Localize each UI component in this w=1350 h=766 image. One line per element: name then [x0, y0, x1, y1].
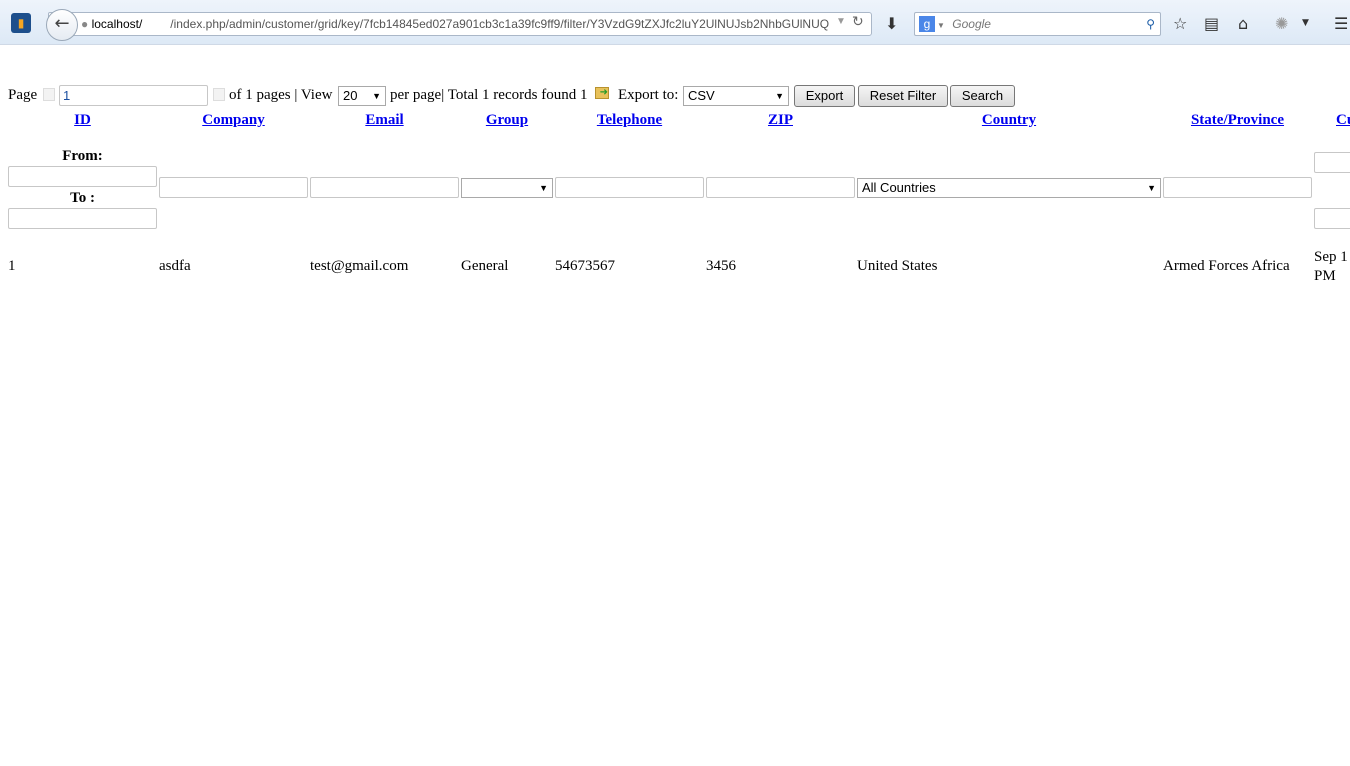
back-button[interactable]: ← [46, 9, 78, 41]
menu-dropdown-icon[interactable]: ▼ [1302, 18, 1309, 28]
prev-page-icon[interactable] [43, 88, 55, 101]
column-header-telephone[interactable]: Telephone [555, 112, 704, 129]
zip-filter[interactable] [706, 177, 855, 198]
app-icon: ▮ [11, 13, 31, 33]
cell-customer-since: Sep 1 PM [1314, 249, 1348, 284]
column-header-zip[interactable]: ZIP [706, 112, 855, 129]
dropdown-icon[interactable]: ▼ [836, 16, 846, 27]
state-filter[interactable] [1163, 177, 1312, 198]
group-filter[interactable]: ▼ [461, 178, 553, 198]
search-button[interactable]: Search [950, 85, 1015, 107]
cell-email: test@gmail.com [310, 258, 409, 274]
id-from-label: From: [62, 148, 103, 164]
cell-country: United States [857, 258, 938, 274]
cell-group: General [461, 258, 509, 274]
cell-telephone: 54673567 [555, 258, 615, 274]
search-input[interactable]: g ▼ Google ⚲ [914, 12, 1161, 36]
column-header-company[interactable]: Company [159, 112, 308, 129]
since-to-input[interactable] [1314, 208, 1350, 229]
export-button[interactable]: Export [794, 85, 855, 107]
column-header-group[interactable]: Group [461, 112, 553, 129]
reset-filter-button[interactable]: Reset Filter [858, 85, 948, 107]
next-page-icon[interactable] [213, 88, 225, 101]
browser-toolbar: ▮ ● localhost//index.php/admin/customer/… [0, 0, 1350, 45]
id-to-input[interactable] [8, 208, 157, 229]
home-icon[interactable]: ⌂ [1238, 14, 1248, 33]
records-text: per page| Total 1 records found 1 [390, 87, 588, 103]
page-label: Page [8, 87, 38, 103]
company-filter[interactable] [159, 177, 308, 198]
since-from-input[interactable] [1314, 152, 1350, 173]
extension-icon[interactable]: ✺ [1275, 14, 1288, 33]
column-header-id[interactable]: ID [8, 112, 157, 129]
country-filter[interactable]: All Countries ▼ [857, 178, 1161, 198]
export-format-select[interactable]: CSV ▼ [683, 86, 789, 106]
cell-id: 1 [8, 258, 16, 274]
column-header-country[interactable]: Country [857, 112, 1161, 129]
column-header-email[interactable]: Email [310, 112, 459, 129]
column-header-state[interactable]: State/Province [1163, 112, 1312, 129]
reading-list-icon[interactable]: ▤ [1204, 14, 1219, 33]
cell-state: Armed Forces Africa [1163, 258, 1290, 274]
of-pages-text: of 1 pages | View [229, 87, 333, 103]
globe-icon: ● [81, 17, 89, 31]
hamburger-menu-icon[interactable]: ☰ [1334, 14, 1348, 33]
url-bar[interactable]: ● localhost//index.php/admin/customer/gr… [48, 12, 872, 36]
bookmark-star-icon[interactable]: ☆ [1173, 14, 1187, 33]
cell-zip: 3456 [706, 258, 736, 274]
export-folder-icon: ➜ [595, 87, 609, 99]
email-filter[interactable] [310, 177, 459, 198]
page-input[interactable] [59, 85, 208, 106]
cell-company: asdfa [159, 258, 191, 274]
magnifier-icon[interactable]: ⚲ [1146, 13, 1155, 35]
google-icon: g [919, 16, 935, 32]
reload-icon[interactable]: ↻ [852, 14, 864, 30]
download-icon[interactable]: ⬇ [885, 14, 898, 33]
column-header-customer-since[interactable]: Cu [1336, 112, 1350, 129]
id-from-input[interactable] [8, 166, 157, 187]
id-to-label: To : [70, 190, 95, 206]
view-select[interactable]: 20 ▼ [338, 86, 386, 106]
telephone-filter[interactable] [555, 177, 704, 198]
export-to-label: Export to: [618, 87, 679, 103]
